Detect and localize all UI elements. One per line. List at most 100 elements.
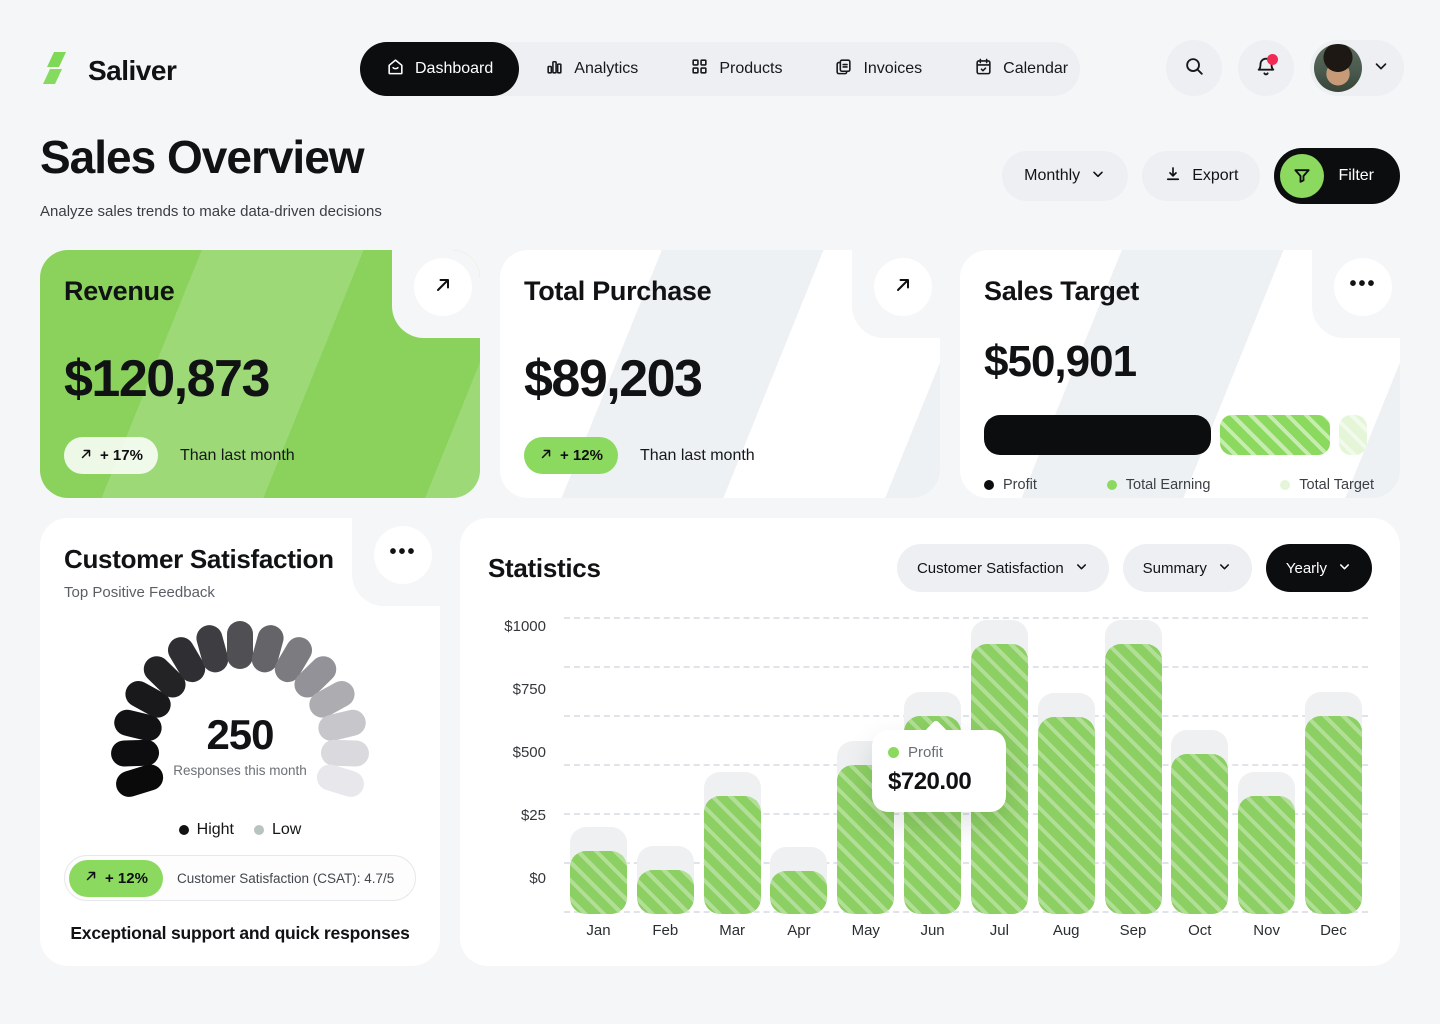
card-title: Statistics [488, 553, 601, 584]
download-icon [1164, 165, 1182, 188]
open-purchase-button[interactable] [874, 258, 932, 316]
open-revenue-button[interactable] [414, 258, 472, 316]
chart-tooltip: Profit $720.00 [872, 730, 1006, 812]
total-purchase-card: Total Purchase $89,203 + 12% Than last m… [500, 250, 940, 498]
statistics-card: Statistics Customer Satisfaction Summary… [460, 518, 1400, 966]
notifications-button[interactable] [1238, 40, 1294, 96]
x-label: Dec [1305, 922, 1362, 939]
legend-item-profit: Profit [984, 477, 1037, 493]
y-tick: $25 [521, 807, 546, 824]
filter-label: Filter [1338, 167, 1374, 185]
stat-cards-row: Revenue $120,873 + 17% Than last month [40, 250, 1400, 498]
range-dropdown-value: Yearly [1286, 560, 1327, 577]
csat-label: Customer Satisfaction (CSAT): 4.7/5 [177, 871, 394, 886]
bar-Nov[interactable] [1238, 614, 1295, 914]
bar-Aug[interactable] [1038, 614, 1095, 914]
x-label: Jul [971, 922, 1028, 939]
bar-fill [1238, 796, 1295, 914]
nav-item-calendar[interactable]: Calendar [948, 42, 1094, 96]
nav-label: Products [719, 60, 782, 78]
delta-note: Than last month [640, 447, 755, 465]
x-label: Sep [1105, 922, 1162, 939]
home-icon [386, 57, 405, 81]
view-dropdown-value: Summary [1143, 560, 1207, 577]
range-dropdown[interactable]: Yearly [1266, 544, 1372, 592]
metric-dropdown[interactable]: Customer Satisfaction [897, 544, 1109, 592]
x-label: Apr [770, 922, 827, 939]
legend-dot [1107, 480, 1117, 490]
nav-item-products[interactable]: Products [664, 42, 808, 96]
search-button[interactable] [1166, 40, 1222, 96]
profile-menu[interactable] [1310, 40, 1404, 96]
nav-item-invoices[interactable]: Invoices [808, 42, 948, 96]
bar-Sep[interactable] [1105, 614, 1162, 914]
bar-chart-icon [545, 57, 564, 81]
main-nav: Dashboard Analytics Products Invoices [360, 42, 1080, 96]
y-tick: $1000 [504, 618, 546, 635]
x-label: Oct [1171, 922, 1228, 939]
y-tick: $750 [513, 681, 546, 698]
x-label: Mar [704, 922, 761, 939]
nav-label: Invoices [863, 60, 922, 78]
csat-summary: + 12% Customer Satisfaction (CSAT): 4.7/… [64, 855, 416, 901]
y-tick: $500 [513, 744, 546, 761]
avatar [1314, 44, 1362, 92]
gauge-caption: Responses this month [90, 763, 390, 778]
metric-dropdown-value: Customer Satisfaction [917, 560, 1064, 577]
nav-item-dashboard[interactable]: Dashboard [360, 42, 519, 96]
document-icon [834, 57, 853, 81]
bar-Jan[interactable] [570, 614, 627, 914]
statistics-filters: Customer Satisfaction Summary Yearly [897, 544, 1372, 592]
chevron-down-icon [1090, 166, 1106, 187]
delta-badge: + 17% [64, 437, 158, 474]
gauge-value: 250 [90, 711, 390, 759]
delta-value: + 12% [560, 447, 603, 464]
calendar-icon [974, 57, 993, 81]
x-axis: JanFebMarAprMayJunJulAugSepOctNovDec [564, 922, 1368, 939]
trend-up-icon [79, 447, 93, 465]
bar-Dec[interactable] [1305, 614, 1362, 914]
sales-target-legend: Profit Total Earning Total Target [984, 477, 1376, 493]
page-title: Sales Overview [40, 130, 364, 184]
chevron-down-icon [1337, 559, 1352, 578]
legend-dot [1280, 480, 1290, 490]
progress-segment [1339, 415, 1366, 455]
view-dropdown[interactable]: Summary [1123, 544, 1252, 592]
delta-value: + 17% [100, 447, 143, 464]
top-bar: Saliver Dashboard Analytics Products [0, 40, 1440, 102]
x-label: Aug [1038, 922, 1095, 939]
brand-logo[interactable]: Saliver [40, 50, 176, 91]
revenue-card: Revenue $120,873 + 17% Than last month [40, 250, 480, 498]
logo-icon [40, 50, 76, 91]
export-button[interactable]: Export [1142, 151, 1260, 201]
revenue-value: $120,873 [64, 349, 456, 409]
x-label: Nov [1238, 922, 1295, 939]
bar-fill [570, 851, 627, 914]
filter-button[interactable]: Filter [1274, 148, 1400, 204]
sales-target-menu-button[interactable]: ••• [1334, 258, 1392, 316]
chevron-down-icon [1074, 559, 1089, 578]
satisfaction-menu-button[interactable]: ••• [374, 526, 432, 584]
period-dropdown[interactable]: Monthly [1002, 151, 1128, 201]
grid-icon [690, 57, 709, 81]
nav-label: Analytics [574, 60, 638, 78]
customer-satisfaction-card: Customer Satisfaction Top Positive Feedb… [40, 518, 440, 966]
bar-Feb[interactable] [637, 614, 694, 914]
bar-Oct[interactable] [1171, 614, 1228, 914]
legend-dot [984, 480, 994, 490]
csat-delta-badge: + 12% [69, 860, 163, 897]
notification-badge [1267, 54, 1278, 65]
topbar-actions [1166, 40, 1404, 96]
bar-fill [1171, 754, 1228, 914]
trend-up-icon [539, 447, 553, 465]
header-controls: Monthly Export Filter [1002, 148, 1400, 204]
nav-item-analytics[interactable]: Analytics [519, 42, 664, 96]
delta-badge: + 12% [524, 437, 618, 474]
tooltip-series-label: Profit [908, 744, 943, 761]
bar-Mar[interactable] [704, 614, 761, 914]
progress-segment [1220, 415, 1330, 455]
sales-target-card: Sales Target $50,901 Profit Total Earnin… [960, 250, 1400, 498]
delta-note: Than last month [180, 447, 295, 465]
bar-Apr[interactable] [770, 614, 827, 914]
funnel-icon [1280, 154, 1324, 198]
